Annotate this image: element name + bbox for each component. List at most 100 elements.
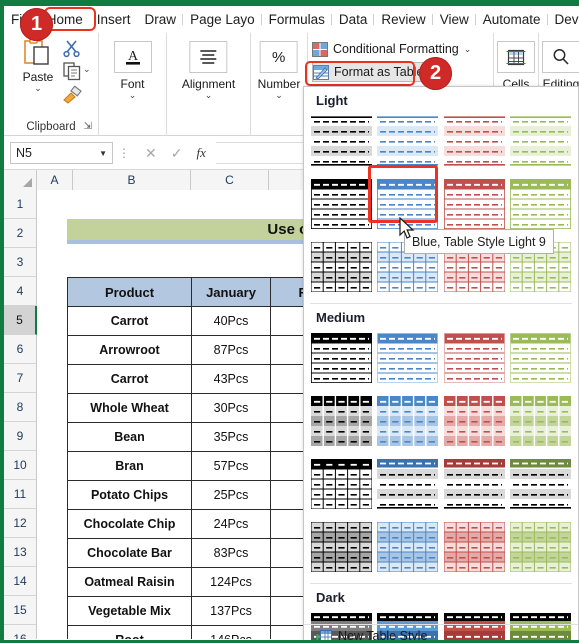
table-style-light-13[interactable] bbox=[310, 238, 373, 296]
cell-january[interactable]: 40Pcs bbox=[191, 306, 271, 336]
alignment-button[interactable]: Alignment ⌄ bbox=[182, 41, 235, 100]
cell-product[interactable]: Potato Chips bbox=[67, 480, 192, 510]
row-header-6[interactable]: 6 bbox=[4, 335, 37, 364]
cells-button[interactable]: Cells bbox=[497, 41, 535, 91]
table-styles-gallery[interactable]: Light Medium Dark New Table Style bbox=[303, 86, 579, 643]
paste-button[interactable]: Paste ⌄ bbox=[14, 37, 62, 93]
cell-product[interactable]: Arrowroot bbox=[67, 335, 192, 365]
table-style-medium-7[interactable] bbox=[443, 392, 506, 450]
column-header-a[interactable]: A bbox=[37, 170, 73, 190]
column-header-c[interactable]: C bbox=[191, 170, 269, 190]
insert-function-icon[interactable]: fx bbox=[196, 145, 205, 161]
cell-product[interactable]: Carrot bbox=[67, 364, 192, 394]
select-all-corner[interactable] bbox=[4, 170, 37, 190]
editing-button[interactable]: Editing bbox=[542, 41, 579, 91]
tab-developer[interactable]: Developer bbox=[548, 10, 579, 29]
number-button[interactable]: % Number ⌄ bbox=[258, 41, 301, 100]
cell-january[interactable]: 30Pcs bbox=[191, 393, 271, 423]
font-button[interactable]: A Font ⌄ bbox=[113, 41, 152, 100]
table-style-medium-10[interactable] bbox=[377, 455, 440, 513]
table-style-medium-16[interactable] bbox=[510, 518, 573, 576]
cell-january[interactable]: 124Pcs bbox=[191, 567, 271, 597]
table-style-medium-4[interactable] bbox=[510, 329, 573, 387]
cell-product[interactable]: Chocolate Chip bbox=[67, 509, 192, 539]
table-style-light-1[interactable] bbox=[310, 112, 373, 170]
table-style-medium-12[interactable] bbox=[510, 455, 573, 513]
alignment-chevron-down-icon[interactable]: ⌄ bbox=[182, 91, 235, 100]
cell-product[interactable]: Carrot bbox=[67, 306, 192, 336]
cell-product[interactable]: Whole Wheat bbox=[67, 393, 192, 423]
tab-draw[interactable]: Draw bbox=[138, 10, 184, 29]
table-style-medium-1[interactable] bbox=[310, 329, 373, 387]
row-header-16[interactable]: 16 bbox=[4, 625, 37, 639]
cell-product[interactable]: Bran bbox=[67, 451, 192, 481]
conditional-formatting-button[interactable]: Conditional Formatting ⌄ bbox=[312, 39, 471, 59]
cell-january[interactable]: 25Pcs bbox=[191, 480, 271, 510]
table-style-light-11[interactable] bbox=[510, 175, 573, 233]
tab-view[interactable]: View bbox=[433, 10, 476, 29]
row-header-10[interactable]: 10 bbox=[4, 451, 37, 480]
table-style-medium-13[interactable] bbox=[310, 518, 373, 576]
tab-automate[interactable]: Automate bbox=[476, 10, 548, 29]
cell-january[interactable]: 43Pcs bbox=[191, 364, 271, 394]
row-header-13[interactable]: 13 bbox=[4, 538, 37, 567]
table-style-medium-11[interactable] bbox=[443, 455, 506, 513]
name-box-chevron-down-icon[interactable]: ▼ bbox=[99, 149, 107, 158]
row-header-8[interactable]: 8 bbox=[4, 393, 37, 422]
table-style-medium-9[interactable] bbox=[310, 455, 373, 513]
table-style-medium-6[interactable] bbox=[377, 392, 440, 450]
table-style-medium-2[interactable] bbox=[377, 329, 440, 387]
row-header-4[interactable]: 4 bbox=[4, 277, 37, 306]
copy-icon[interactable] bbox=[62, 61, 82, 81]
row-header-3[interactable]: 3 bbox=[4, 248, 37, 277]
table-style-medium-15[interactable] bbox=[443, 518, 506, 576]
table-style-medium-8[interactable] bbox=[510, 392, 573, 450]
copy-chevron-down-icon[interactable]: ⌄ bbox=[83, 65, 91, 74]
number-chevron-down-icon[interactable]: ⌄ bbox=[258, 91, 301, 100]
conditional-formatting-chevron-down-icon[interactable]: ⌄ bbox=[464, 45, 472, 54]
table-style-light-5[interactable] bbox=[310, 175, 373, 233]
row-header-14[interactable]: 14 bbox=[4, 567, 37, 596]
cancel-icon[interactable]: ✕ bbox=[145, 145, 157, 162]
row-header-9[interactable]: 9 bbox=[4, 422, 37, 451]
name-box[interactable]: N5 ▼ bbox=[10, 142, 113, 164]
table-style-light-10[interactable] bbox=[443, 175, 506, 233]
cell-product[interactable]: Vegetable Mix bbox=[67, 596, 192, 626]
row-header-12[interactable]: 12 bbox=[4, 509, 37, 538]
enter-icon[interactable]: ✓ bbox=[171, 145, 183, 162]
cell-january[interactable]: 146Pcs bbox=[191, 625, 271, 639]
table-style-light-9[interactable] bbox=[377, 175, 440, 233]
tab-data[interactable]: Data bbox=[332, 10, 375, 29]
column-header-b[interactable]: B bbox=[73, 170, 191, 190]
cell-product[interactable]: Oatmeal Raisin bbox=[67, 567, 192, 597]
table-style-medium-14[interactable] bbox=[377, 518, 440, 576]
cell-product[interactable]: Bean bbox=[67, 422, 192, 452]
table-style-light-2[interactable] bbox=[377, 112, 440, 170]
row-header-2[interactable]: 2 bbox=[4, 219, 37, 248]
cell-january[interactable]: 57Pcs bbox=[191, 451, 271, 481]
cell-january[interactable]: 87Pcs bbox=[191, 335, 271, 365]
table-style-light-3[interactable] bbox=[443, 112, 506, 170]
row-header-1[interactable]: 1 bbox=[4, 190, 37, 219]
clipboard-dialog-launcher-icon[interactable]: ⇲ bbox=[84, 121, 92, 132]
format-painter-icon[interactable] bbox=[61, 85, 83, 105]
cell-january[interactable]: 83Pcs bbox=[191, 538, 271, 568]
tab-insert[interactable]: Insert bbox=[90, 10, 138, 29]
tab-page-layout[interactable]: Page Layo bbox=[183, 10, 262, 29]
font-chevron-down-icon[interactable]: ⌄ bbox=[114, 91, 152, 100]
row-header-15[interactable]: 15 bbox=[4, 596, 37, 625]
table-style-medium-3[interactable] bbox=[443, 329, 506, 387]
row-header-7[interactable]: 7 bbox=[4, 364, 37, 393]
cell-january[interactable]: 35Pcs bbox=[191, 422, 271, 452]
table-style-light-4[interactable] bbox=[510, 112, 573, 170]
paste-chevron-down-icon[interactable]: ⌄ bbox=[14, 84, 62, 93]
row-header-5[interactable]: 5 bbox=[4, 306, 37, 335]
scissors-icon[interactable] bbox=[62, 38, 82, 58]
cell-january[interactable]: 24Pcs bbox=[191, 509, 271, 539]
cell-product[interactable]: Chocolate Bar bbox=[67, 538, 192, 568]
cell-product[interactable]: Root bbox=[67, 625, 192, 639]
cell-january[interactable]: 137Pcs bbox=[191, 596, 271, 626]
tab-formulas[interactable]: Formulas bbox=[262, 10, 333, 29]
row-header-11[interactable]: 11 bbox=[4, 480, 37, 509]
table-style-medium-5[interactable] bbox=[310, 392, 373, 450]
